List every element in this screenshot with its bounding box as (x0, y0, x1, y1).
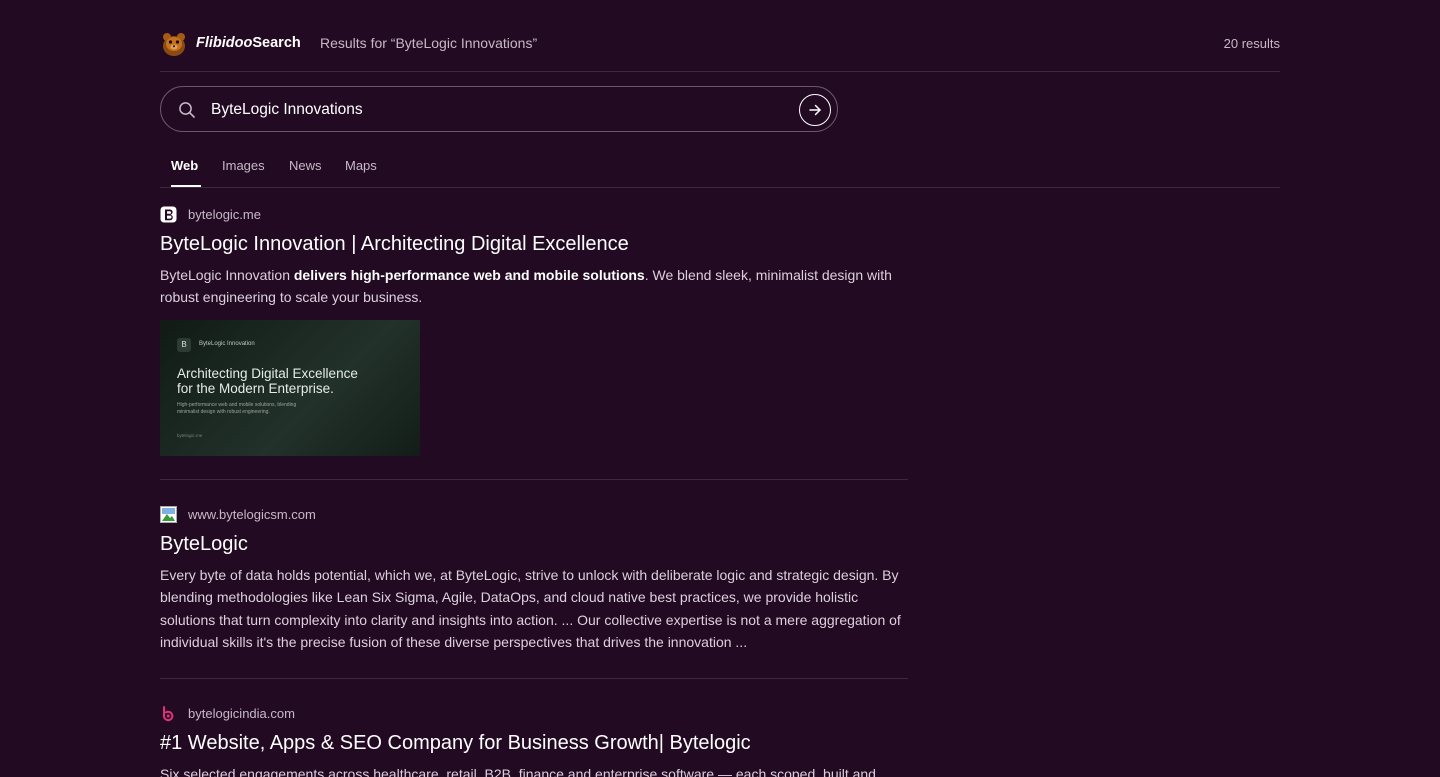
thumbnail-footer: bytelogic.me (177, 432, 203, 438)
brand-name-part1: Flibidoo (196, 35, 253, 51)
result-snippet: Six selected engagements across healthca… (160, 766, 876, 777)
thumbnail-headline-line: Architecting Digital Excellence (177, 365, 358, 381)
thumbnail-subtext: High-performance web and mobile solution… (177, 402, 296, 416)
search-result: www.bytelogicsm.com ByteLogic Every byte… (160, 506, 908, 653)
active-tab-indicator (171, 185, 201, 187)
thumbnail-subtext-line: High-performance web and mobile solution… (177, 401, 297, 408)
snippet-highlight: delivers high-performance web and mobile… (293, 267, 645, 283)
header: FlibidooSearch Results for “ByteLogic In… (160, 26, 1280, 72)
brand-name[interactable]: FlibidooSearch (196, 35, 301, 51)
tab-news[interactable]: News (289, 158, 322, 173)
search-submit-button[interactable] (799, 94, 831, 126)
tab-maps[interactable]: Maps (345, 158, 377, 173)
result-thumbnail[interactable]: B ByteLogic Innovation Architecting Digi… (160, 319, 420, 456)
result-site-row: bytelogic.me (160, 206, 908, 224)
thumbnail-headline: Architecting Digital Excellence for the … (177, 366, 358, 396)
thumbnail-brand: ByteLogic Innovation (199, 340, 255, 347)
results-count: 20 results (1223, 36, 1280, 51)
bytelogicindia-favicon-icon (163, 706, 174, 722)
broken-image-favicon-icon (160, 506, 177, 523)
tab-images[interactable]: Images (222, 158, 265, 173)
search-bar (160, 86, 838, 132)
result-site-url[interactable]: www.bytelogicsm.com (188, 507, 316, 522)
tab-web[interactable]: Web (171, 158, 198, 173)
search-icon (179, 102, 195, 118)
result-site-row: bytelogicindia.com (160, 705, 908, 723)
arrow-right-icon (809, 104, 821, 116)
search-tabs: Web Images News Maps (160, 150, 1280, 188)
bytelogic-favicon-icon (160, 206, 177, 223)
result-title-link[interactable]: #1 Website, Apps & SEO Company for Busin… (160, 731, 908, 755)
result-site-url[interactable]: bytelogicindia.com (188, 706, 295, 721)
thumbnail-subtext-line: minimalist design with robust engineerin… (177, 408, 270, 415)
thumbnail-logo: B (177, 337, 191, 352)
result-divider (160, 479, 908, 480)
search-input[interactable] (211, 99, 771, 121)
result-snippet: ByteLogic Innovation delivers high-perfo… (160, 264, 908, 309)
result-site-url[interactable]: bytelogic.me (188, 207, 261, 222)
search-results-page: FlibidooSearch Results for “ByteLogic In… (0, 0, 1440, 777)
thumbnail-headline-line: for the Modern Enterprise. (177, 380, 334, 396)
result-title-link[interactable]: ByteLogic Innovation | Architecting Digi… (160, 232, 908, 256)
snippet-text: ByteLogic Innovation (160, 267, 294, 283)
result-title-link[interactable]: ByteLogic (160, 532, 908, 556)
brand-name-part2: Search (252, 35, 301, 51)
result-snippet: Every byte of data holds potential, whic… (160, 567, 901, 650)
search-result: bytelogic.me ByteLogic Innovation | Arch… (160, 206, 908, 456)
results-for-label: Results for “ByteLogic Innovations” (320, 35, 538, 51)
search-result: bytelogicindia.com #1 Website, Apps & SE… (160, 705, 908, 777)
logo-mascot-icon[interactable] (160, 31, 188, 57)
result-site-row: www.bytelogicsm.com (160, 506, 908, 524)
result-divider (160, 678, 908, 679)
